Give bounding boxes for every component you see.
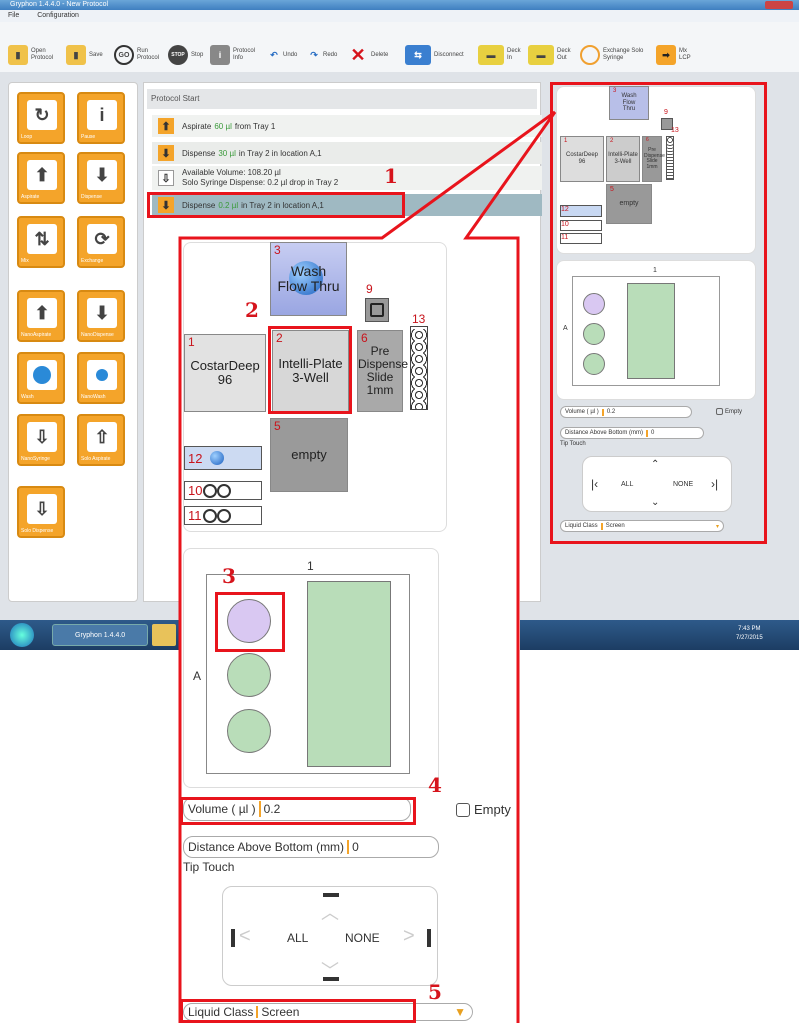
zoom-connector-lines: [178, 110, 557, 1023]
